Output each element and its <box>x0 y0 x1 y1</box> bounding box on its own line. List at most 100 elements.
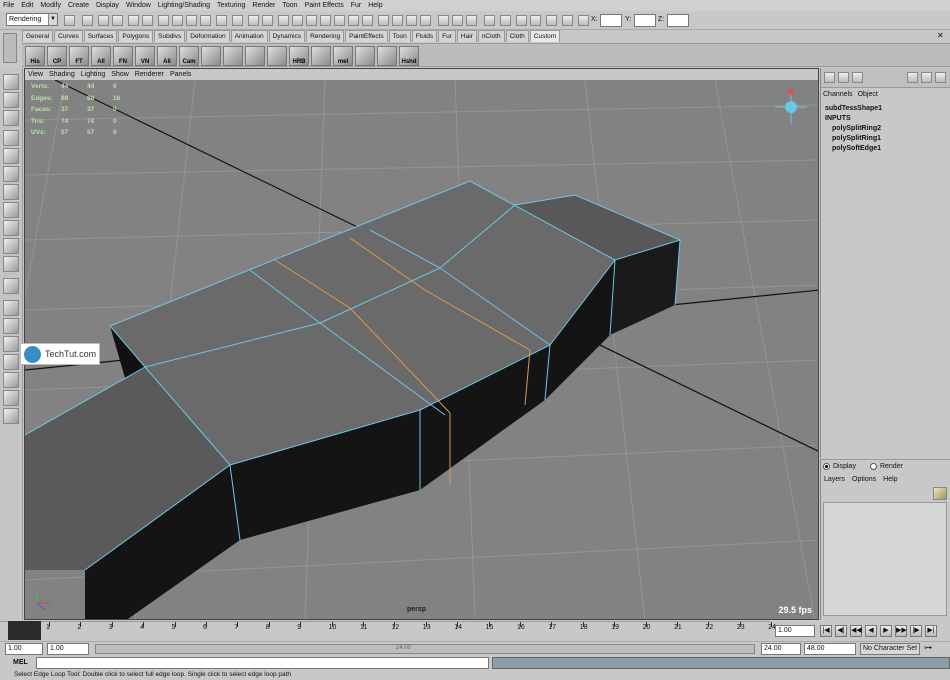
panel-layout-icon[interactable] <box>838 72 849 83</box>
status-tool-icon[interactable] <box>112 15 123 26</box>
layer-menu-options[interactable]: Options <box>852 476 876 483</box>
channel-menu-channels[interactable]: Channels <box>823 91 853 98</box>
render-radio[interactable] <box>869 463 877 470</box>
tool-icon[interactable] <box>3 74 19 90</box>
panel-toggle-icon[interactable] <box>921 72 932 83</box>
play-backward-icon[interactable]: ◀ <box>865 625 877 637</box>
input-node[interactable]: polySplitRing2 <box>825 124 882 134</box>
current-frame-marker[interactable] <box>8 621 41 640</box>
mel-label[interactable]: MEL <box>13 659 28 666</box>
tab-dynamics[interactable]: Dynamics <box>268 30 306 42</box>
tool-icon[interactable] <box>3 318 19 334</box>
shelf-button[interactable] <box>245 46 265 66</box>
layer-menu-layers[interactable]: Layers <box>824 476 845 483</box>
x-field[interactable] <box>600 14 622 27</box>
status-tool-icon[interactable] <box>578 15 589 26</box>
shelf-button[interactable] <box>267 46 287 66</box>
shelf-button[interactable]: All <box>91 46 111 66</box>
tab-surfaces[interactable]: Surfaces <box>83 30 118 42</box>
shelf-button[interactable]: VN <box>135 46 155 66</box>
play-forward-icon[interactable]: ▶ <box>880 625 892 637</box>
tab-rendering[interactable]: Rendering <box>306 30 345 42</box>
status-tool-icon[interactable] <box>128 15 139 26</box>
tab-subdivs[interactable]: Subdivs <box>154 30 186 42</box>
tab-fluids[interactable]: Fluids <box>411 30 438 42</box>
shelf-button[interactable]: mel <box>333 46 353 66</box>
tool-icon[interactable] <box>3 110 19 126</box>
viewport-persp[interactable]: View Shading Lighting Show Renderer Panels <box>24 68 819 620</box>
input-node[interactable]: polySoftEdge1 <box>825 144 882 154</box>
shape-node[interactable]: subdTessShape1 <box>825 104 882 114</box>
tool-icon[interactable] <box>3 300 19 316</box>
shelf-button[interactable]: Hshd <box>399 46 419 66</box>
menu-fur[interactable]: Fur <box>351 2 362 9</box>
tool-icon[interactable] <box>3 130 19 146</box>
close-icon[interactable]: ✕ <box>937 31 947 41</box>
tab-curves[interactable]: Curves <box>54 30 83 42</box>
status-tool-icon[interactable] <box>186 15 197 26</box>
tab-hair[interactable]: Hair <box>456 30 477 42</box>
shelf-button[interactable]: His <box>25 46 45 66</box>
tab-painteffects[interactable]: PaintEffects <box>345 30 388 42</box>
panel-layout-icon[interactable] <box>852 72 863 83</box>
status-tool-icon[interactable] <box>320 15 331 26</box>
tab-general[interactable]: General <box>22 30 54 42</box>
menu-toon[interactable]: Toon <box>282 2 297 9</box>
menu-modify[interactable]: Modify <box>40 2 61 9</box>
tool-icon[interactable] <box>3 184 19 200</box>
tab-custom[interactable]: Custom <box>529 30 561 42</box>
status-tool-icon[interactable] <box>64 15 75 26</box>
status-tool-icon[interactable] <box>98 15 109 26</box>
menu-help[interactable]: Help <box>368 2 382 9</box>
shelf-button[interactable]: CP <box>47 46 67 66</box>
tab-animation[interactable]: Animation <box>230 30 268 42</box>
panel-toggle-icon[interactable] <box>907 72 918 83</box>
status-tool-icon[interactable] <box>348 15 359 26</box>
status-tool-icon[interactable] <box>334 15 345 26</box>
tool-icon[interactable] <box>3 256 19 272</box>
shelf-button[interactable]: All <box>157 46 177 66</box>
tool-icon[interactable] <box>3 220 19 236</box>
animation-start-field[interactable]: 1.00 <box>5 643 43 655</box>
menu-display[interactable]: Display <box>96 2 119 9</box>
menu-file[interactable]: File <box>3 2 14 9</box>
tool-icon[interactable] <box>3 166 19 182</box>
tool-icon[interactable] <box>3 372 19 388</box>
status-tool-icon[interactable] <box>438 15 449 26</box>
tool-icon[interactable] <box>3 148 19 164</box>
tab-cloth[interactable]: Cloth <box>505 30 529 42</box>
step-back-key-icon[interactable]: ◀| <box>835 625 847 637</box>
tab-toon[interactable]: Toon <box>388 30 411 42</box>
status-tool-icon[interactable] <box>216 15 227 26</box>
step-forward-key-icon[interactable]: |▶ <box>910 625 922 637</box>
viewport-menu-show[interactable]: Show <box>111 71 129 78</box>
tab-polygons[interactable]: Polygons <box>118 30 154 42</box>
status-tool-icon[interactable] <box>392 15 403 26</box>
shelf-options-icon[interactable] <box>3 33 17 63</box>
menu-render[interactable]: Render <box>252 2 275 9</box>
menu-painteffects[interactable]: Paint Effects <box>305 2 344 9</box>
status-tool-icon[interactable] <box>500 15 511 26</box>
status-tool-icon[interactable] <box>232 15 243 26</box>
mode-select[interactable]: Rendering ▼ <box>6 13 58 26</box>
key-icon[interactable]: ⊶ <box>924 643 948 655</box>
tool-icon[interactable] <box>3 238 19 254</box>
status-tool-icon[interactable] <box>172 15 183 26</box>
shelf-button[interactable] <box>201 46 221 66</box>
tool-icon[interactable] <box>3 354 19 370</box>
scene-canvas[interactable] <box>25 80 819 620</box>
status-tool-icon[interactable] <box>406 15 417 26</box>
go-to-start-icon[interactable]: |◀ <box>820 625 832 637</box>
panel-layout-icon[interactable] <box>824 72 835 83</box>
current-frame-field[interactable]: 1.00 <box>775 625 815 637</box>
viewport-menu-lighting[interactable]: Lighting <box>81 71 106 78</box>
input-node[interactable]: polySplitRing1 <box>825 134 882 144</box>
shelf-button[interactable] <box>223 46 243 66</box>
status-tool-icon[interactable] <box>452 15 463 26</box>
menu-edit[interactable]: Edit <box>21 2 33 9</box>
shelf-button[interactable]: FT <box>69 46 89 66</box>
status-tool-icon[interactable] <box>466 15 477 26</box>
character-set-select[interactable]: No Character Set <box>860 643 920 655</box>
shelf-button[interactable] <box>355 46 375 66</box>
command-input[interactable] <box>36 657 489 669</box>
